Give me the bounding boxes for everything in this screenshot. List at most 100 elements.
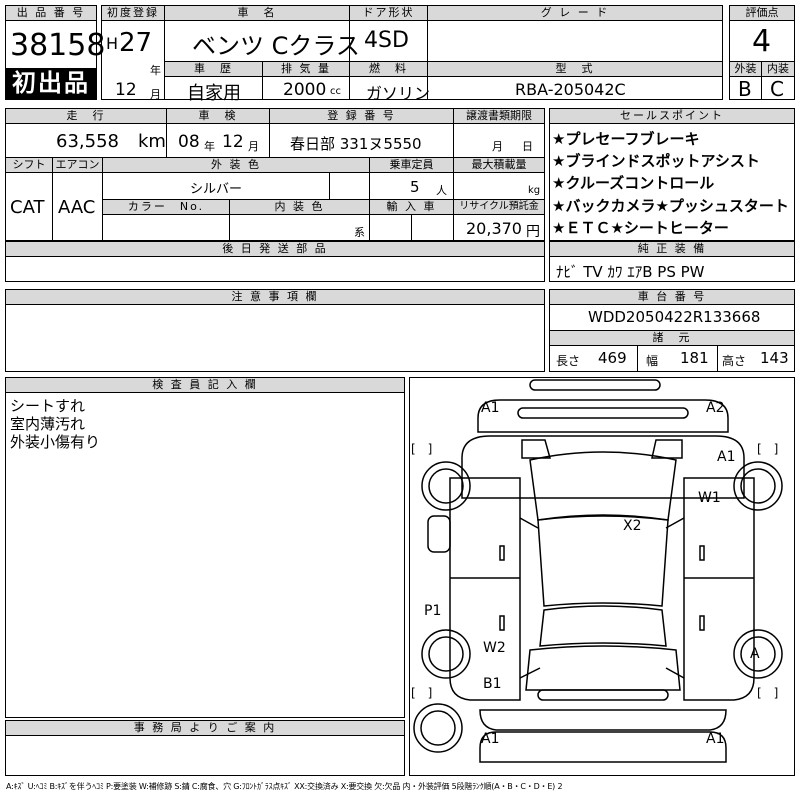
mark-a1-rear-left: A1 — [481, 731, 500, 747]
score-value: 4 — [752, 24, 772, 59]
middle-info-box — [5, 108, 545, 241]
capacity-value: 5 — [410, 178, 420, 196]
load-unit: kg — [528, 185, 541, 196]
fuel-value: ガソリン — [366, 84, 431, 103]
history-value: 自家用 — [187, 83, 241, 104]
tire-mark: [ ] — [411, 442, 433, 456]
mileage-label: 走 行 — [6, 109, 166, 124]
sales-point-item: ★ＥＴＣ★シートヒーター — [552, 219, 729, 237]
grade-label: グ レ ー ド — [428, 6, 722, 21]
int-color-label: 内 装 色 — [230, 200, 369, 215]
notes-label: 注 意 事 項 欄 — [6, 290, 544, 305]
width-value: 181 — [680, 349, 709, 367]
mark-w2: W2 — [483, 640, 506, 656]
score-int-value: C — [770, 77, 784, 101]
import-label: 輸 入 車 — [370, 200, 453, 215]
sales-point-item: ★バックカメラ★プッシュスタート — [552, 197, 789, 215]
legend-text: A:ｷｽﾞ U:ﾍｺﾐ B:ｷｽﾞを伴うﾍｺﾐ P:要塗装 W:補修跡 S:錆 … — [6, 782, 563, 791]
recycle-value: 20,370 — [466, 219, 522, 238]
score-ext-label: 外装 — [730, 62, 761, 77]
ext-color-value: シルバー — [190, 182, 243, 197]
mark-a-rear-right: A — [750, 646, 760, 662]
mark-a1-rear-right: A1 — [706, 731, 725, 747]
mileage-value: 63,558 — [56, 131, 119, 152]
score-ext-value: B — [738, 77, 752, 101]
tire-mark: [ ] — [411, 686, 433, 700]
mark-a1-front-left: A1 — [481, 400, 500, 416]
history-label: 車 歴 — [165, 62, 262, 77]
specs-label: 諸 元 — [550, 331, 794, 346]
inspector-label: 検 査 員 記 入 欄 — [6, 378, 404, 393]
displacement-label: 排 気 量 — [263, 62, 349, 77]
first-reg-year-unit: 年 — [150, 64, 161, 77]
sales-points-label: セールスポイント — [550, 109, 794, 124]
sales-point-item: ★プレセーフブレーキ — [552, 130, 700, 148]
first-reg-era: H — [106, 34, 119, 53]
lot-label: 出 品 番 号 — [6, 6, 96, 21]
inspector-line: 外装小傷有り — [10, 433, 101, 451]
tire-mark: [ ] — [757, 442, 779, 456]
car-name-label: 車 名 — [165, 6, 349, 21]
inspection-year: 08 — [178, 132, 200, 152]
displacement-unit: cc — [330, 86, 341, 97]
score-int-label: 内装 — [762, 62, 794, 77]
fuel-label: 燃 料 — [350, 62, 427, 77]
chassis-label: 車 台 番 号 — [550, 290, 794, 305]
equipment-value: ﾅﾋﾞ TV ｶﾜ ｴｱB PS PW — [556, 263, 705, 281]
mark-w1: W1 — [698, 490, 721, 506]
model-value: RBA-205042C — [515, 80, 626, 99]
recycle-unit: 円 — [526, 224, 540, 240]
door-value: 4SD — [364, 28, 409, 53]
reg-no-value: 春日部 331ヌ5550 — [290, 135, 422, 153]
width-label: 幅 — [646, 354, 659, 368]
first-listing-badge: 初出品 — [6, 68, 96, 99]
length-label: 長さ — [556, 354, 581, 368]
first-reg-month-unit: 月 — [150, 88, 161, 101]
model-label: 型 式 — [428, 62, 722, 77]
transfer-month-unit: 月 — [492, 140, 503, 153]
lot-number: 38158 — [10, 28, 106, 63]
shift-value: CAT — [10, 197, 45, 218]
door-label: ドア形状 — [350, 6, 427, 21]
first-reg-year: 27 — [119, 28, 153, 58]
sales-point-item: ★クルーズコントロール — [552, 174, 715, 192]
mark-x2: X2 — [623, 518, 642, 534]
car-name-value: ベンツ Cクラス — [192, 32, 360, 60]
inspection-year-unit: 年 — [204, 140, 215, 153]
later-parts-label: 後 日 発 送 部 品 — [6, 242, 544, 257]
first-reg-month: 12 — [115, 80, 137, 100]
ac-label: エアコン — [53, 158, 102, 173]
sales-point-item: ★ブラインドスポットアシスト — [552, 152, 760, 170]
car-diagram — [413, 379, 783, 763]
office-label: 事 務 局 よ り ご 案 内 — [6, 721, 404, 736]
mark-b1: B1 — [483, 676, 502, 692]
load-label: 最大積載量 — [454, 158, 544, 173]
equipment-label: 純 正 装 備 — [550, 242, 794, 257]
mark-a2-front-right: A2 — [706, 400, 725, 416]
lot-box: 出 品 番 号 38158 初出品 — [5, 5, 105, 100]
chassis-value: WDD2050422R133668 — [588, 308, 761, 326]
inspection-label: 車 検 — [167, 109, 269, 124]
transfer-label: 譲渡書類期限 — [454, 109, 544, 124]
height-label: 高さ — [722, 354, 747, 368]
int-color-unit: 系 — [354, 226, 365, 239]
first-reg-label: 初度登録 — [102, 6, 164, 21]
tire-mark: [ ] — [757, 686, 779, 700]
ac-value: AAC — [58, 197, 96, 218]
transfer-day-unit: 日 — [522, 140, 533, 153]
score-label: 評価点 — [730, 6, 794, 21]
inspection-month-unit: 月 — [248, 140, 259, 153]
length-value: 469 — [598, 349, 627, 367]
mark-p1: P1 — [424, 603, 442, 619]
displacement-value: 2000 — [283, 80, 327, 100]
recycle-label: リサイクル預託金 — [454, 200, 544, 215]
reg-no-label: 登 録 番 号 — [270, 109, 453, 124]
shift-label: シフト — [6, 158, 52, 173]
ext-color-label: 外 装 色 — [103, 158, 369, 173]
capacity-unit: 人 — [436, 184, 447, 197]
height-value: 143 — [760, 349, 789, 367]
inspection-month: 12 — [222, 132, 244, 152]
mileage-unit: km — [138, 131, 166, 152]
mark-a1-fender-right: A1 — [717, 449, 736, 465]
capacity-label: 乗車定員 — [370, 158, 453, 173]
